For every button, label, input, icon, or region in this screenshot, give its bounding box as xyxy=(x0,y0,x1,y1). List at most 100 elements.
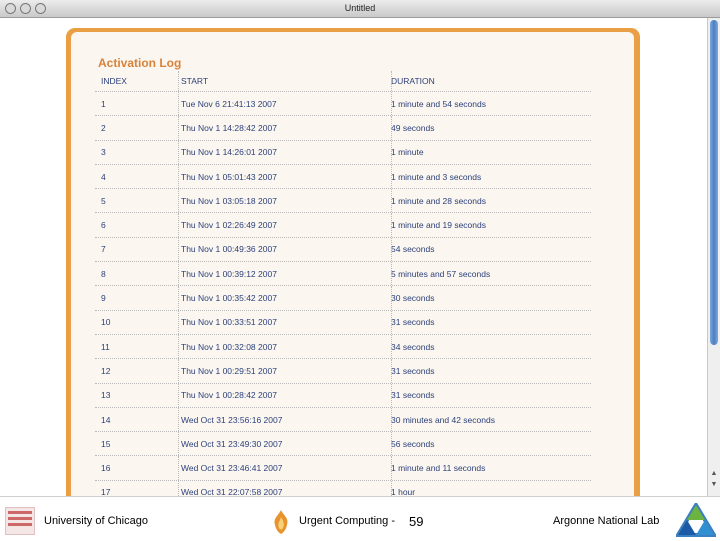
row-index: 11 xyxy=(101,335,177,358)
row-index: 12 xyxy=(101,359,177,382)
row-start: Thu Nov 1 05:01:43 2007 xyxy=(178,164,379,189)
row-index-text: 4 xyxy=(101,171,106,182)
row-start: Wed Oct 31 22:07:58 2007 xyxy=(178,480,379,496)
row-index-text: 5 xyxy=(101,195,106,206)
row-start: Wed Oct 31 23:49:30 2007 xyxy=(178,432,379,456)
table-row: 13 Thu Nov 1 00:28:42 2007 31 seconds xyxy=(95,383,591,408)
header-start: START xyxy=(178,71,379,91)
row-duration-text: 31 seconds xyxy=(391,317,435,328)
flame-logo-icon xyxy=(274,510,288,534)
row-start: Wed Oct 31 23:46:41 2007 xyxy=(178,456,379,480)
row-index-text: 7 xyxy=(101,244,106,255)
table-row: 8 Thu Nov 1 00:39:12 2007 5 minutes and 57… xyxy=(95,262,591,287)
row-duration-text: 54 seconds xyxy=(391,244,435,255)
row-start-text: Tue Nov 6 21:41:13 2007 xyxy=(181,98,277,109)
row-duration: 30 minutes and 42 seconds xyxy=(391,407,591,432)
table-row: 16 Wed Oct 31 23:46:41 2007 1 minute and 1… xyxy=(95,456,591,481)
scrollbar-thumb[interactable] xyxy=(710,20,718,345)
activation-log-table: INDEX START DURATION 1 Tue Nov 6 21:41:13… xyxy=(95,71,591,496)
row-duration-text: 31 seconds xyxy=(391,390,435,401)
row-start: Thu Nov 1 00:49:36 2007 xyxy=(178,237,379,262)
row-index-text: 16 xyxy=(101,463,111,474)
row-start-text: Thu Nov 1 02:26:49 2007 xyxy=(181,220,277,231)
row-duration-text: 1 hour xyxy=(391,487,416,496)
row-start-text: Thu Nov 1 00:39:12 2007 xyxy=(181,268,277,279)
row-start-text: Thu Nov 1 00:32:08 2007 xyxy=(181,341,277,352)
table-row: 11 Thu Nov 1 00:32:08 2007 34 seconds xyxy=(95,334,591,360)
row-index: 9 xyxy=(101,286,177,309)
table-row: 3 Thu Nov 1 14:26:01 2007 1 minute xyxy=(95,140,591,165)
row-start: Thu Nov 1 00:33:51 2007 xyxy=(178,310,379,334)
scroll-down-arrow-icon[interactable]: ▼ xyxy=(710,481,718,489)
table-row: 7 Thu Nov 1 00:49:36 2007 54 seconds xyxy=(95,237,591,263)
log-frame: Activation Log INDEX START DURATION 1 Tue… xyxy=(66,28,640,496)
row-index: 15 xyxy=(101,432,177,455)
row-duration: 1 minute and 3 seconds xyxy=(391,164,591,189)
row-start-text: Thu Nov 1 05:01:43 2007 xyxy=(181,171,277,182)
window-titlebar: Untitled xyxy=(0,0,720,18)
table-row: 9 Thu Nov 1 00:35:42 2007 30 seconds xyxy=(95,286,591,311)
row-start-text: Wed Oct 31 23:56:16 2007 xyxy=(181,414,283,425)
row-index-text: 2 xyxy=(101,122,106,133)
row-start: Thu Nov 1 02:26:49 2007 xyxy=(178,213,379,237)
row-duration-text: 1 minute and 3 seconds xyxy=(391,171,482,182)
footer-right-text: Argonne National Lab xyxy=(553,515,660,527)
row-start: Thu Nov 1 00:28:42 2007 xyxy=(178,383,379,407)
row-index: 5 xyxy=(101,189,177,212)
row-start-text: Thu Nov 1 00:35:42 2007 xyxy=(181,293,277,304)
row-duration-text: 1 minute and 11 seconds xyxy=(391,463,486,474)
row-index: 10 xyxy=(101,311,177,334)
table-row: 10 Thu Nov 1 00:33:51 2007 31 seconds xyxy=(95,310,591,335)
footer-middle-text: Urgent Computing - xyxy=(299,515,395,527)
row-start: Thu Nov 1 14:26:01 2007 xyxy=(178,140,379,164)
row-index-text: 14 xyxy=(101,414,111,425)
row-index-text: 10 xyxy=(101,317,111,328)
row-index: 7 xyxy=(101,238,177,261)
row-start-text: Thu Nov 1 00:29:51 2007 xyxy=(181,365,277,376)
row-duration: 49 seconds xyxy=(391,116,591,140)
row-index: 4 xyxy=(101,165,177,188)
row-start: Thu Nov 1 00:39:12 2007 xyxy=(178,262,379,286)
row-start-text: Wed Oct 31 23:46:41 2007 xyxy=(181,463,283,474)
row-start: Thu Nov 1 00:32:08 2007 xyxy=(178,334,379,359)
table-row: 2 Thu Nov 1 14:28:42 2007 49 seconds xyxy=(95,116,591,141)
row-start: Thu Nov 1 14:28:42 2007 xyxy=(178,116,379,140)
row-duration: 31 seconds xyxy=(391,310,591,334)
table-row: 12 Thu Nov 1 00:29:51 2007 31 seconds xyxy=(95,359,591,384)
row-index-text: 3 xyxy=(101,147,106,158)
row-start: Wed Oct 31 23:56:16 2007 xyxy=(178,407,379,432)
row-duration-text: 49 seconds xyxy=(391,122,435,133)
row-index: 2 xyxy=(101,116,177,139)
row-duration-text: 1 minute and 28 seconds xyxy=(391,195,486,206)
header-duration-label: DURATION xyxy=(391,76,435,86)
row-duration: 1 minute and 11 seconds xyxy=(391,456,591,480)
table-row: 15 Wed Oct 31 23:49:30 2007 56 seconds xyxy=(95,432,591,457)
row-duration-text: 56 seconds xyxy=(391,438,435,449)
browser-content: Activation Log INDEX START DURATION 1 Tue… xyxy=(0,18,707,496)
row-index-text: 13 xyxy=(101,390,111,401)
vertical-scrollbar[interactable]: ▲ ▼ xyxy=(707,18,720,496)
table-header-row: INDEX START DURATION xyxy=(95,71,591,92)
row-start-text: Wed Oct 31 23:49:30 2007 xyxy=(181,438,283,449)
row-duration: 1 hour xyxy=(391,480,591,496)
row-index: 1 xyxy=(101,92,177,115)
row-index: 8 xyxy=(101,262,177,285)
row-start-text: Thu Nov 1 00:33:51 2007 xyxy=(181,317,277,328)
row-duration-text: 1 minute and 54 seconds xyxy=(391,98,486,109)
row-duration: 1 minute and 54 seconds xyxy=(391,92,591,116)
row-index: 16 xyxy=(101,456,177,479)
footer-left-text: University of Chicago xyxy=(44,515,148,527)
row-index: 14 xyxy=(101,408,177,431)
row-index: 17 xyxy=(101,481,177,496)
row-index-text: 12 xyxy=(101,365,111,376)
scroll-up-arrow-icon[interactable]: ▲ xyxy=(710,470,718,478)
slide-footer: University of Chicago Urgent Computing -… xyxy=(0,496,720,541)
row-index: 13 xyxy=(101,384,177,407)
row-start-text: Thu Nov 1 00:28:42 2007 xyxy=(181,390,277,401)
row-duration: 31 seconds xyxy=(391,383,591,407)
row-index-text: 9 xyxy=(101,293,106,304)
row-start: Thu Nov 1 00:29:51 2007 xyxy=(178,359,379,383)
row-duration: 30 seconds xyxy=(391,286,591,310)
header-duration: DURATION xyxy=(391,71,591,91)
table-row: 14 Wed Oct 31 23:56:16 2007 30 minutes and… xyxy=(95,407,591,433)
